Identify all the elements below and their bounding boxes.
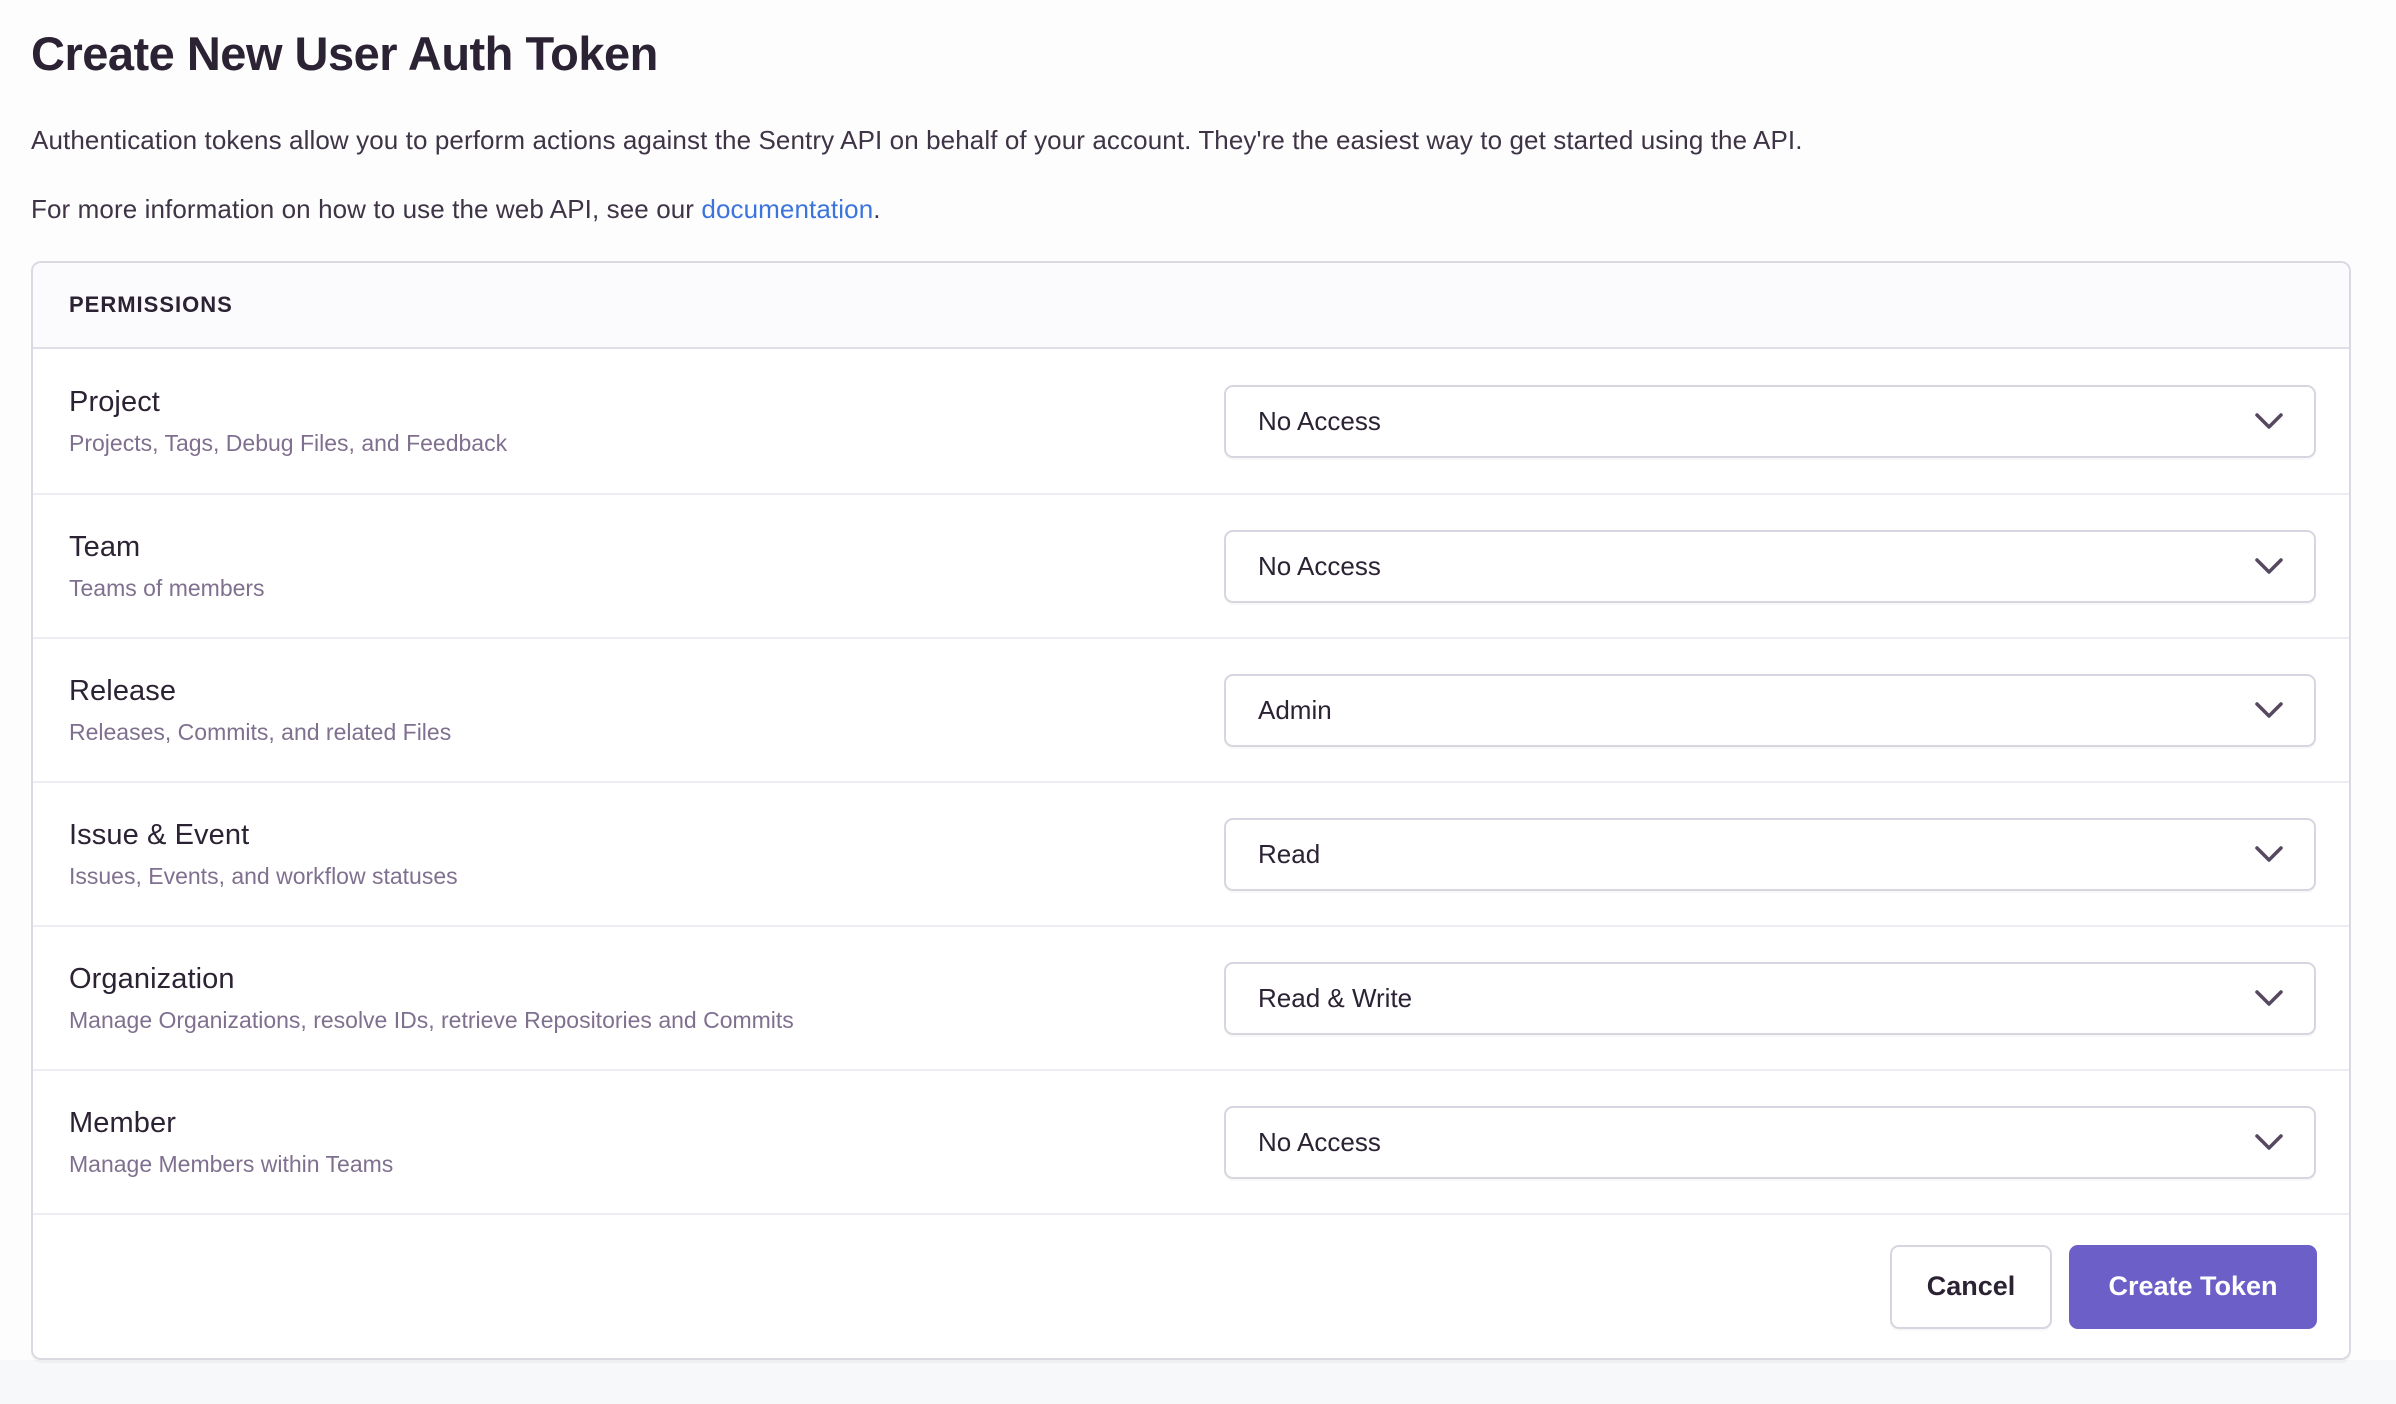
info-text: For more information on how to use the w… — [31, 194, 2396, 225]
info-prefix: For more information on how to use the w… — [31, 194, 701, 224]
select-value: No Access — [1258, 406, 1381, 437]
permission-row-organization: Organization Manage Organizations, resol… — [33, 925, 2349, 1069]
permission-row-team: Team Teams of members No Access — [33, 493, 2349, 637]
member-permission-select[interactable]: No Access — [1224, 1106, 2316, 1179]
permission-description: Releases, Commits, and related Files — [69, 719, 451, 746]
page-title: Create New User Auth Token — [31, 26, 2396, 81]
select-value: Read — [1258, 839, 1320, 870]
permission-label: Issue & Event — [69, 819, 458, 852]
release-permission-select[interactable]: Admin — [1224, 674, 2316, 747]
permission-description: Issues, Events, and workflow statuses — [69, 863, 458, 890]
permission-info: Issue & Event Issues, Events, and workfl… — [69, 819, 458, 890]
permission-info: Organization Manage Organizations, resol… — [69, 963, 794, 1034]
permission-label: Member — [69, 1107, 393, 1140]
permission-description: Manage Organizations, resolve IDs, retri… — [69, 1007, 794, 1034]
panel-footer: Cancel Create Token — [33, 1213, 2349, 1358]
permission-label: Team — [69, 531, 265, 564]
create-token-button[interactable]: Create Token — [2069, 1245, 2317, 1329]
permission-row-issue-event: Issue & Event Issues, Events, and workfl… — [33, 781, 2349, 925]
permission-label: Project — [69, 386, 507, 419]
chevron-down-icon — [2254, 557, 2284, 576]
info-suffix: . — [873, 194, 880, 224]
documentation-link[interactable]: documentation — [701, 194, 873, 224]
chevron-down-icon — [2254, 989, 2284, 1008]
project-permission-select[interactable]: No Access — [1224, 385, 2316, 458]
issue-event-permission-select[interactable]: Read — [1224, 818, 2316, 891]
permissions-panel-title: PERMISSIONS — [69, 292, 233, 318]
permission-label: Organization — [69, 963, 794, 996]
permission-description: Teams of members — [69, 575, 265, 602]
permission-description: Manage Members within Teams — [69, 1151, 393, 1178]
chevron-down-icon — [2254, 1133, 2284, 1152]
chevron-down-icon — [2254, 701, 2284, 720]
intro-text: Authentication tokens allow you to perfo… — [31, 125, 2396, 156]
team-permission-select[interactable]: No Access — [1224, 530, 2316, 603]
chevron-down-icon — [2254, 412, 2284, 431]
permission-row-release: Release Releases, Commits, and related F… — [33, 637, 2349, 781]
select-value: Read & Write — [1258, 983, 1412, 1014]
permission-info: Release Releases, Commits, and related F… — [69, 675, 451, 746]
permission-info: Project Projects, Tags, Debug Files, and… — [69, 386, 507, 457]
permission-description: Projects, Tags, Debug Files, and Feedbac… — [69, 430, 507, 457]
permission-info: Member Manage Members within Teams — [69, 1107, 393, 1178]
permission-row-member: Member Manage Members within Teams No Ac… — [33, 1069, 2349, 1213]
organization-permission-select[interactable]: Read & Write — [1224, 962, 2316, 1035]
permissions-panel: PERMISSIONS Project Projects, Tags, Debu… — [31, 261, 2351, 1360]
permission-label: Release — [69, 675, 451, 708]
select-value: Admin — [1258, 695, 1332, 726]
permission-info: Team Teams of members — [69, 531, 265, 602]
permissions-panel-header: PERMISSIONS — [33, 263, 2349, 349]
permission-row-project: Project Projects, Tags, Debug Files, and… — [33, 349, 2349, 493]
chevron-down-icon — [2254, 845, 2284, 864]
select-value: No Access — [1258, 551, 1381, 582]
cancel-button[interactable]: Cancel — [1890, 1245, 2052, 1329]
select-value: No Access — [1258, 1127, 1381, 1158]
settings-content: Create New User Auth Token Authenticatio… — [0, 0, 2396, 1360]
